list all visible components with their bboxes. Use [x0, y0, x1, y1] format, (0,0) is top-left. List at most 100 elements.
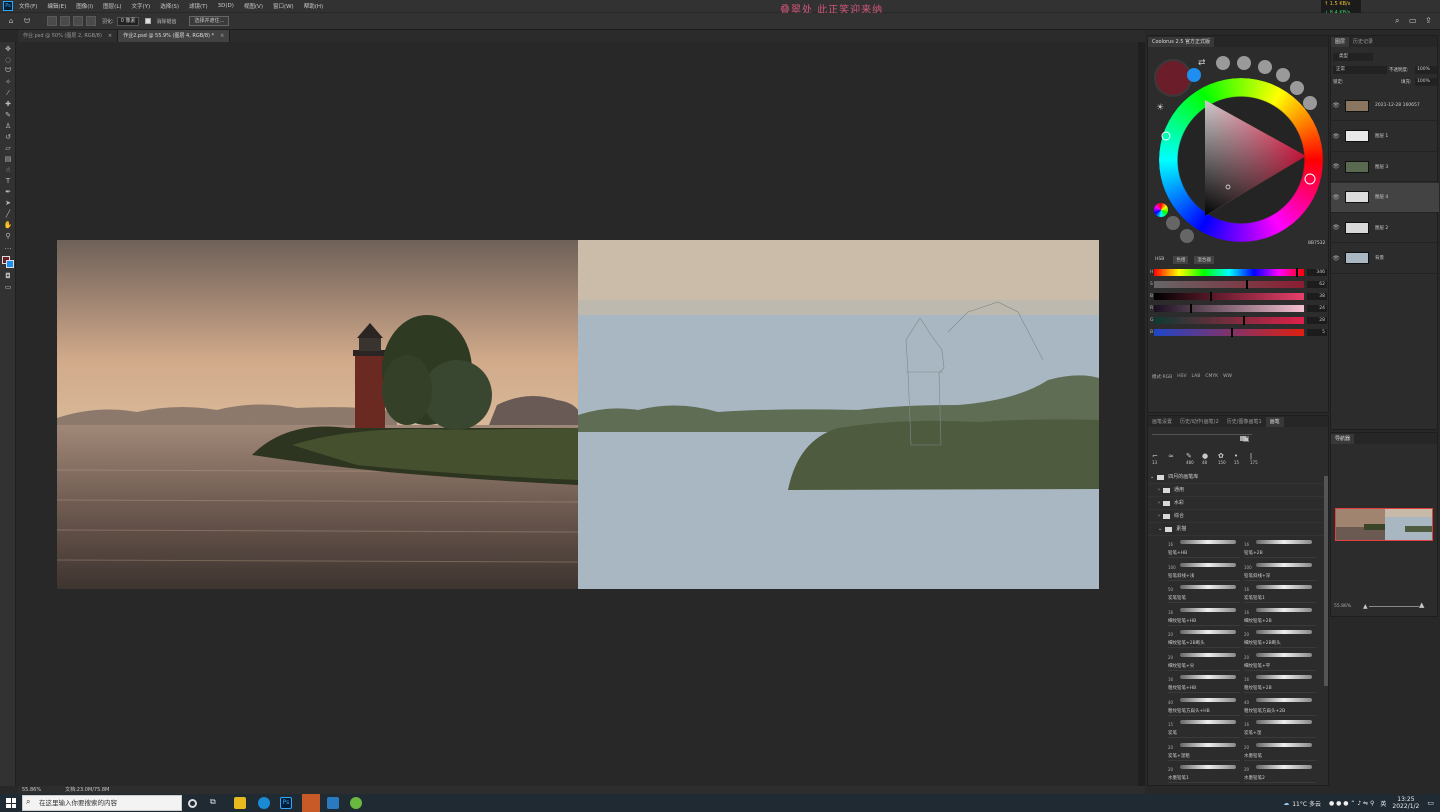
brush-preset[interactable]: 40 粗纹铅笔方扁头+HB	[1168, 694, 1240, 716]
windows-start-icon[interactable]	[6, 798, 16, 808]
recent-brush[interactable]: ● 48	[1202, 452, 1212, 466]
fill-input[interactable]: 100%	[1415, 78, 1437, 86]
zoom-tool-icon[interactable]: ⚲	[3, 231, 13, 240]
zoom-in-icon[interactable]: ▲	[1419, 601, 1424, 609]
visibility-eye-icon[interactable]: 👁	[1331, 224, 1341, 231]
notification-icon[interactable]: ▭	[1427, 799, 1434, 807]
mode-lab[interactable]: LAB	[1192, 374, 1201, 380]
recent-brush[interactable]: ≈	[1168, 452, 1180, 466]
search-icon[interactable]: ⌕	[1395, 16, 1399, 26]
color-slider[interactable]	[1154, 316, 1304, 325]
brush-preset[interactable]: 20 细纹铅笔+2B断头	[1168, 626, 1240, 648]
app-taskbar-icon[interactable]	[302, 794, 320, 812]
quick-mask-icon[interactable]: ◘	[3, 271, 13, 280]
slider-value-input[interactable]: 38	[1307, 293, 1327, 300]
tab-hue[interactable]: 色相	[1173, 256, 1189, 264]
tab-layers[interactable]: 图层	[1331, 37, 1350, 47]
task-view-icon[interactable]: ⧉	[210, 797, 222, 809]
select-and-mask-button[interactable]: 选择并遮住...	[189, 16, 230, 26]
menu-layer[interactable]: 图层(L)	[103, 2, 121, 10]
brush-preset[interactable]: 16 炭笔+湿	[1244, 716, 1316, 738]
app-taskbar-icon-2[interactable]	[327, 797, 339, 809]
visibility-eye-icon[interactable]: 👁	[1331, 102, 1341, 109]
brush-folder[interactable]: › 综合	[1148, 510, 1324, 523]
brush-preset[interactable]: 50 炭笔铅笔	[1168, 581, 1240, 603]
brush-preset[interactable]: 40 粗纹铅笔方扁头+2B	[1244, 694, 1316, 716]
brush-preset[interactable]: 16 粗纹铅笔+2B	[1244, 671, 1316, 693]
slider-thumb[interactable]	[1189, 304, 1192, 313]
brush-preset[interactable]: 20 水墨铅笔	[1244, 739, 1316, 761]
eraser-icon[interactable]: ▱	[3, 143, 13, 152]
layer-row[interactable]: 👁 图层 4	[1331, 182, 1439, 213]
home-icon[interactable]: ⌂	[6, 17, 16, 26]
preset-icon-2[interactable]	[1237, 56, 1251, 70]
menu-edit[interactable]: 编辑(E)	[47, 2, 66, 10]
brush-preset[interactable]: 16 炭笔铅笔1	[1244, 581, 1316, 603]
more-tools-icon[interactable]: …	[3, 242, 13, 251]
magic-wand-icon[interactable]: ✧	[3, 77, 13, 86]
color-slider[interactable]	[1154, 280, 1304, 289]
tab-history[interactable]: 历史记录	[1349, 37, 1377, 47]
add-selection-button[interactable]	[60, 16, 70, 26]
blend-mode-select[interactable]: 正常	[1333, 66, 1387, 74]
brush-preset[interactable]: 15 炭笔	[1168, 716, 1240, 738]
tab-coolorus[interactable]: Coolorus 2.5 官方正式版	[1148, 37, 1215, 47]
menu-image[interactable]: 图像(I)	[76, 2, 93, 10]
slider-value-input[interactable]: 62	[1307, 281, 1327, 288]
tab-mixer[interactable]: 混合器	[1194, 256, 1214, 264]
tab-document-2[interactable]: 作业2.psd @ 55.9% (图层 4, RGB/8) * ×	[118, 30, 231, 42]
brush-preset[interactable]: 16 细纹铅笔+HB	[1168, 604, 1240, 626]
brush-preset[interactable]: 100 铅笔斜线+浅	[1168, 559, 1240, 581]
recent-brush[interactable]: ✿ 150	[1218, 452, 1228, 466]
brush-preset[interactable]: 16 粗纹铅笔+HB	[1168, 671, 1240, 693]
tab-navigator[interactable]: 导航器	[1331, 434, 1355, 444]
recent-brush[interactable]: ⌐ 13	[1152, 452, 1162, 466]
layer-row[interactable]: 👁 图层 1	[1331, 122, 1439, 152]
ime-indicator[interactable]: 英	[1380, 799, 1386, 808]
lasso-tool-icon[interactable]: ᗢ	[3, 66, 13, 75]
slider-thumb[interactable]	[1245, 280, 1248, 289]
app-taskbar-icon-3[interactable]	[350, 797, 362, 809]
color-swatches[interactable]	[0, 253, 16, 269]
brush-size-slider[interactable]	[1152, 434, 1252, 435]
smudge-icon[interactable]: ☝	[3, 165, 13, 174]
mode-cmyk[interactable]: CMYK	[1205, 374, 1218, 380]
preset-icon-1[interactable]	[1216, 56, 1230, 70]
brush-preset[interactable]: 20 炭笔+湿粗	[1168, 739, 1240, 761]
visibility-eye-icon[interactable]: 👁	[1331, 133, 1341, 140]
brush-folder-root[interactable]: ⌄ 四月的画笔库	[1148, 471, 1324, 484]
menu-type[interactable]: 文字(Y)	[132, 2, 151, 10]
history-brush-icon[interactable]: ↺	[3, 132, 13, 141]
type-tool-icon[interactable]: T	[3, 176, 13, 185]
menu-filter[interactable]: 滤镜(T)	[189, 2, 208, 10]
menu-window[interactable]: 窗口(W)	[273, 2, 294, 10]
tab-history-brush-2[interactable]: 历史/动作(画笔)2	[1176, 417, 1223, 427]
brush-preset[interactable]: 16 铅笔+HB	[1168, 536, 1240, 558]
mode-ww[interactable]: WW	[1223, 374, 1232, 380]
brush-preset[interactable]: 20 细纹铅笔+平	[1244, 649, 1316, 671]
visibility-eye-icon[interactable]: 👁	[1331, 163, 1341, 170]
layer-filter-select[interactable]: 类型	[1333, 53, 1373, 61]
subtract-selection-button[interactable]	[73, 16, 83, 26]
brush-preset[interactable]: 20 水墨铅笔1	[1168, 761, 1240, 783]
clone-stamp-icon[interactable]: ♙	[3, 121, 13, 130]
layer-row[interactable]: 👁 图层 3	[1331, 152, 1439, 182]
screen-mode-icon[interactable]: ▭	[3, 282, 13, 291]
pen-tool-icon[interactable]: ✒	[3, 187, 13, 196]
tab-history-brush-1[interactable]: 历史/图像画笔1	[1223, 417, 1266, 427]
layer-name[interactable]: 图层 1	[1375, 133, 1388, 139]
slider-value-input[interactable]: 346	[1307, 269, 1327, 276]
slider-value-input[interactable]: 24	[1307, 305, 1327, 312]
color-slider[interactable]	[1154, 268, 1304, 277]
recent-brush[interactable]: ǀ 175	[1250, 452, 1260, 466]
swap-colors-icon[interactable]: ⇄	[1198, 58, 1206, 68]
path-select-icon[interactable]: ➤	[3, 198, 13, 207]
clock[interactable]: 13:25 2022/1/2	[1392, 796, 1419, 810]
color-slider[interactable]	[1154, 292, 1304, 301]
recent-brush[interactable]: ✎ 480	[1186, 452, 1196, 466]
line-tool-icon[interactable]: ╱	[3, 209, 13, 218]
tab-brushes[interactable]: 画笔	[1265, 417, 1284, 427]
layer-row[interactable]: 👁 2021-12-28 160657	[1331, 91, 1439, 121]
tab-document-1[interactable]: 作业.psd @ 50% (图层 2, RGB/8) ×	[18, 30, 119, 42]
close-icon[interactable]: ×	[108, 33, 112, 39]
